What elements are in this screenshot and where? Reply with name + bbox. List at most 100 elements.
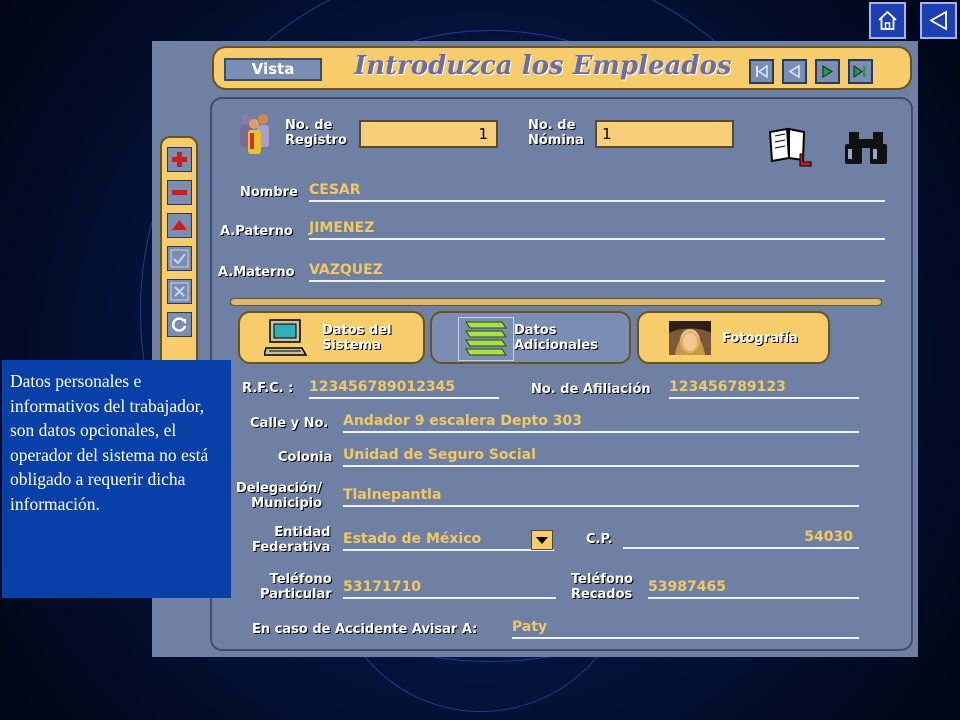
- tel-particular-label-line: Teléfono: [269, 572, 332, 587]
- photo-thumbnail-icon: [669, 321, 711, 355]
- tab-label-line: Datos del: [322, 323, 392, 338]
- catalog-button[interactable]: [767, 126, 815, 168]
- materno-label: A.Materno: [218, 265, 295, 280]
- next-record-icon: [822, 65, 833, 78]
- tab-datos-sistema[interactable]: Datos del Sistema: [238, 311, 425, 364]
- tab-fotografia[interactable]: Fotografía: [637, 311, 830, 364]
- tel-particular-label: Teléfono Particular: [260, 572, 332, 602]
- cancel-x-icon: [170, 282, 189, 301]
- tel-particular-value: 53171710: [343, 579, 421, 595]
- tab-label-line: Adicionales: [514, 338, 598, 353]
- previous-record-icon: [788, 64, 800, 79]
- calle-label: Calle y No.: [250, 416, 329, 431]
- afiliacion-input[interactable]: 123456789123: [669, 378, 859, 399]
- tel-particular-input[interactable]: 53171710: [343, 578, 556, 599]
- materno-input[interactable]: VAZQUEZ: [309, 261, 885, 282]
- section-divider: [230, 298, 882, 306]
- add-record-button[interactable]: [167, 147, 192, 172]
- paterno-label: A.Paterno: [220, 224, 293, 239]
- check-icon: [170, 249, 189, 268]
- minus-icon: [172, 190, 187, 195]
- rfc-label: R.F.C. :: [242, 381, 294, 396]
- delegacion-input[interactable]: Tlalnepantla: [343, 486, 859, 507]
- next-record-button[interactable]: [815, 59, 840, 84]
- binoculars-icon: [845, 132, 887, 164]
- cancel-button[interactable]: [167, 279, 192, 304]
- delegacion-label: Delegación/Municipio: [236, 481, 322, 511]
- nombre-label: Nombre: [240, 185, 298, 200]
- colonia-label: Colonia: [278, 450, 333, 465]
- app-window: Vista Introduzca los Empleados No. de Re…: [152, 41, 918, 657]
- entidad-dropdown-button[interactable]: [531, 530, 553, 550]
- tel-particular-label-line: Particular: [260, 587, 332, 602]
- tab-label-line: Datos: [514, 323, 557, 338]
- paterno-value: JIMENEZ: [309, 220, 375, 236]
- tab-fotografia-label: Fotografía: [722, 331, 798, 346]
- first-record-button[interactable]: [749, 59, 774, 84]
- nombre-input[interactable]: CESAR: [309, 181, 885, 202]
- tab-datos-adicionales[interactable]: Datos Adicionales: [430, 311, 631, 364]
- registro-label-line: Registro: [285, 133, 347, 148]
- tel-recados-label-line: Recados: [571, 587, 633, 602]
- annotation-note: Datos personales e informativos del trab…: [2, 360, 231, 598]
- tab-datos-sistema-label: Datos del Sistema: [322, 323, 392, 353]
- delete-record-button[interactable]: [167, 180, 192, 205]
- cp-label: C.P.: [586, 532, 613, 547]
- rfc-input[interactable]: 123456789012345: [309, 378, 499, 399]
- delegacion-value: Tlalnepantla: [343, 487, 442, 503]
- tel-recados-input[interactable]: 53987465: [648, 578, 859, 599]
- plus-icon: [172, 152, 187, 167]
- back-triangle-icon: [929, 10, 947, 31]
- refresh-button[interactable]: [167, 312, 192, 337]
- colonia-input[interactable]: Unidad de Seguro Social: [343, 446, 859, 467]
- tel-recados-label: Teléfono Recados: [571, 572, 633, 602]
- nomina-input[interactable]: 1: [595, 120, 734, 148]
- accidente-value: Paty: [512, 619, 548, 635]
- previous-record-button[interactable]: [782, 59, 807, 84]
- delegacion-label-line: Municipio: [251, 496, 323, 511]
- home-icon: [878, 10, 897, 30]
- entidad-label: Entidad Federativa: [252, 525, 330, 555]
- search-button[interactable]: [844, 129, 888, 167]
- entidad-value: Estado de México: [343, 531, 482, 547]
- page-title: Introduzca los Empleados: [354, 51, 732, 81]
- paterno-input[interactable]: JIMENEZ: [309, 219, 885, 240]
- accept-button[interactable]: [167, 246, 192, 271]
- registro-label: No. de Registro: [285, 118, 347, 148]
- entidad-select[interactable]: Estado de México: [343, 530, 554, 551]
- registro-input[interactable]: 1: [359, 120, 498, 148]
- chevron-down-icon: [536, 537, 548, 544]
- entidad-label-line: Entidad: [274, 525, 331, 540]
- accidente-input[interactable]: Paty: [512, 618, 859, 639]
- refresh-icon: [171, 317, 187, 332]
- edit-record-button[interactable]: [167, 213, 192, 238]
- home-button[interactable]: [869, 2, 906, 39]
- afiliacion-value: 123456789123: [669, 379, 786, 395]
- nomina-label: No. de Nómina: [528, 118, 584, 148]
- nomina-label-line: No. de: [528, 118, 576, 133]
- papers-stack-icon: [465, 321, 507, 356]
- entidad-label-line: Federativa: [252, 540, 331, 555]
- triangle-up-icon: [172, 220, 187, 230]
- registro-value: 1: [478, 125, 488, 143]
- open-book-icon: [768, 127, 812, 167]
- back-button[interactable]: [920, 2, 957, 39]
- title-bar: Vista Introduzca los Empleados: [212, 46, 912, 90]
- record-toolbar: [160, 136, 198, 376]
- materno-value: VAZQUEZ: [309, 262, 383, 278]
- calle-input[interactable]: Andador 9 escalera Depto 303: [343, 412, 859, 433]
- computer-icon: [264, 319, 308, 356]
- employees-icon: [240, 114, 269, 154]
- nomina-label-line: Nómina: [528, 133, 584, 148]
- nomina-value: 1: [602, 125, 612, 143]
- calle-value: Andador 9 escalera Depto 303: [343, 413, 582, 429]
- registro-label-line: No. de: [285, 118, 333, 133]
- tel-recados-value: 53987465: [648, 579, 726, 595]
- vista-button[interactable]: Vista: [224, 58, 322, 81]
- afiliacion-label: No. de Afiliación: [531, 382, 651, 397]
- cp-input[interactable]: 54030: [623, 528, 859, 549]
- cp-value: 54030: [804, 529, 853, 545]
- last-record-button[interactable]: [848, 59, 873, 84]
- colonia-value: Unidad de Seguro Social: [343, 447, 536, 463]
- delegacion-label-line: Delegación/: [236, 481, 323, 496]
